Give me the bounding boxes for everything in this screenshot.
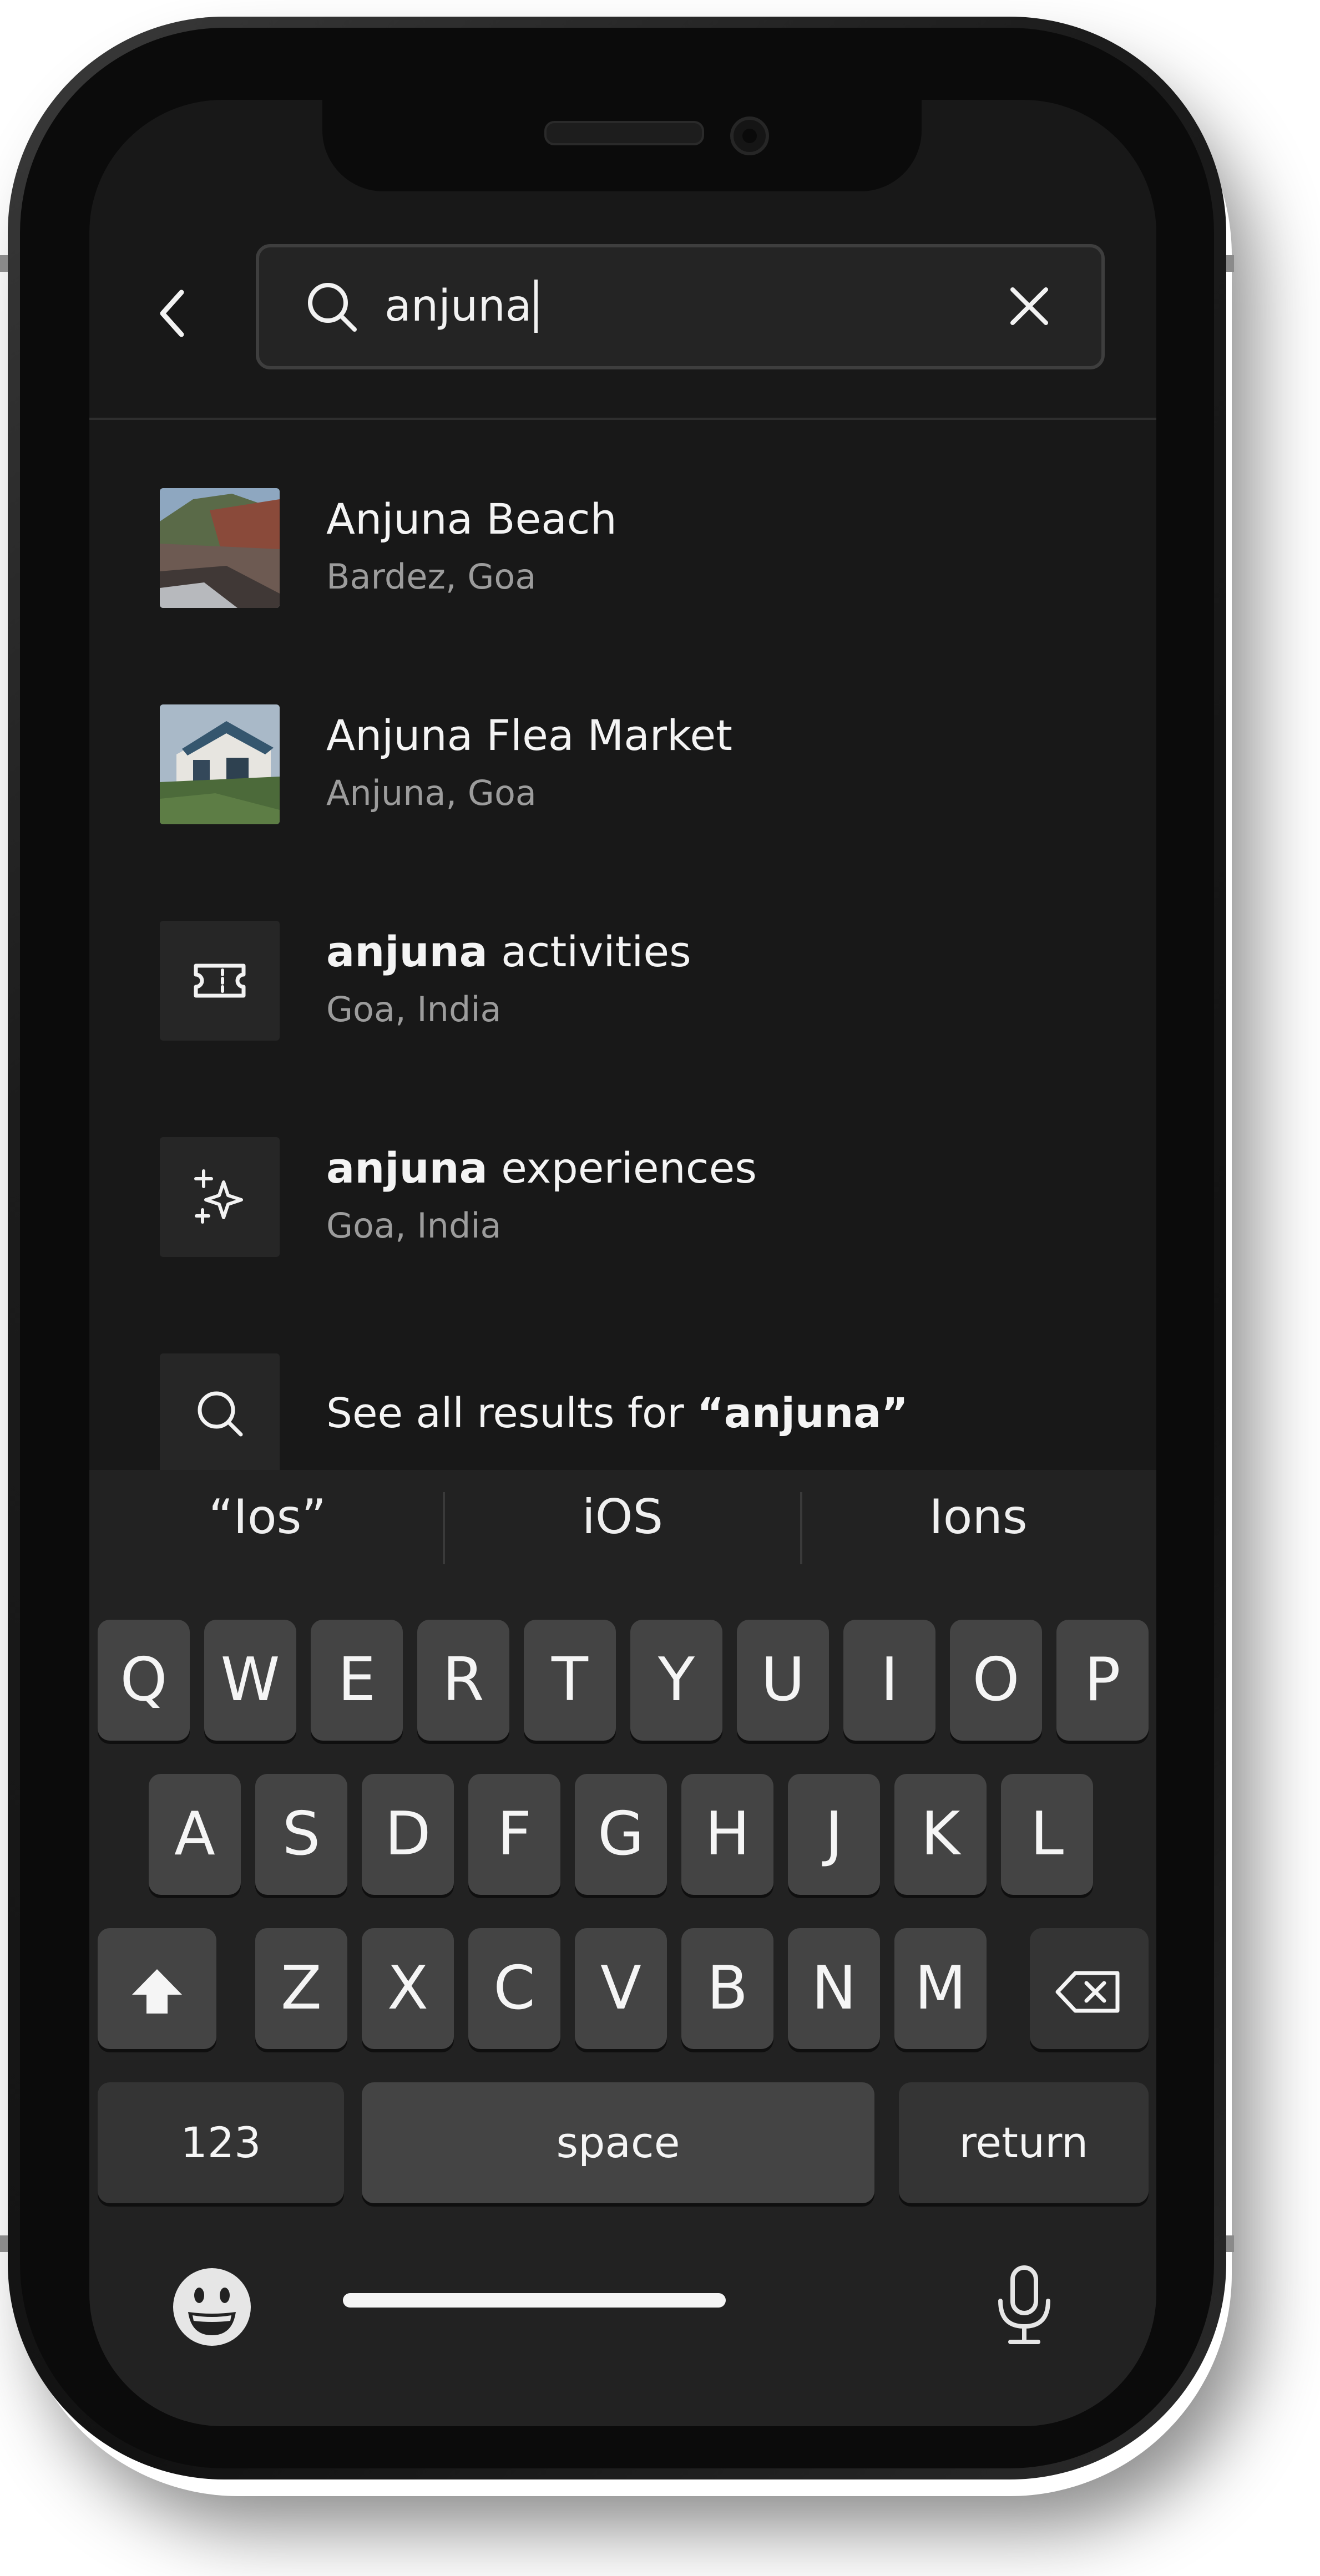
search-query[interactable]: anjuna — [385, 273, 538, 339]
key[interactable]: Z — [255, 1928, 347, 2049]
see-all-results[interactable]: See all results for “anjuna” — [160, 1353, 1103, 1475]
home-indicator[interactable] — [343, 2293, 726, 2308]
suggestion-item[interactable]: “Ios” — [90, 1487, 445, 1548]
key[interactable]: V — [575, 1928, 667, 2049]
phone-frame: anjuna Anjuna Beach Bardez, Goa Anjuna F… — [0, 17, 1234, 2479]
key[interactable]: C — [468, 1928, 560, 2049]
result-title-rest: activities — [487, 927, 691, 976]
result-subtitle: Goa, India — [326, 989, 502, 1030]
front-camera — [730, 116, 769, 155]
result-item[interactable]: anjuna activities Goa, India — [160, 921, 1103, 1043]
notch — [322, 100, 922, 191]
clear-icon[interactable] — [1007, 284, 1051, 328]
suggestion-bar: “Ios” iOS Ions — [89, 1470, 1156, 1564]
search-input[interactable]: anjuna — [256, 244, 1105, 369]
shift-icon — [132, 1969, 182, 2014]
back-button[interactable] — [156, 286, 189, 341]
key[interactable]: N — [788, 1928, 880, 2049]
result-title: anjuna activities — [326, 924, 691, 980]
result-subtitle: Goa, India — [326, 1205, 502, 1246]
backspace-icon — [1055, 1971, 1120, 2013]
sparkles-icon — [194, 1169, 243, 1224]
key[interactable]: Q — [98, 1620, 190, 1741]
search-query-text: anjuna — [385, 281, 532, 331]
result-thumbnail — [160, 488, 280, 608]
result-icon-tile — [160, 1137, 280, 1257]
keyboard-bottom-bar — [89, 2235, 1156, 2426]
side-button — [1226, 2235, 1234, 2252]
chevron-left-icon — [160, 290, 184, 337]
result-title: Anjuna Flea Market — [326, 711, 732, 760]
key[interactable]: E — [311, 1620, 403, 1741]
text-caret — [534, 279, 538, 333]
header-divider — [89, 418, 1156, 420]
key[interactable]: Y — [630, 1620, 722, 1741]
key[interactable]: D — [362, 1774, 454, 1895]
result-subtitle: Bardez, Goa — [326, 556, 537, 597]
result-subtitle: Anjuna, Goa — [326, 773, 537, 813]
result-title-match: anjuna — [326, 927, 488, 976]
key[interactable]: P — [1056, 1620, 1149, 1741]
key[interactable]: I — [843, 1620, 935, 1741]
microphone-icon[interactable] — [994, 2264, 1055, 2347]
see-all-query: “anjuna” — [697, 1390, 908, 1437]
delete-key[interactable] — [1030, 1928, 1149, 2049]
key[interactable]: T — [524, 1620, 616, 1741]
result-title: Anjuna Beach — [326, 494, 617, 544]
search-icon — [198, 1391, 243, 1437]
speaker-grille — [544, 121, 704, 145]
key[interactable]: W — [204, 1620, 296, 1741]
key[interactable]: G — [575, 1774, 667, 1895]
return-key[interactable]: return — [899, 2082, 1149, 2203]
result-icon-tile — [160, 1353, 280, 1473]
see-all-label: See all results for “anjuna” — [326, 1386, 908, 1441]
result-thumbnail — [160, 704, 280, 824]
key[interactable]: S — [255, 1774, 347, 1895]
result-title-match: anjuna — [326, 1143, 488, 1193]
suggestion-item[interactable]: Ions — [801, 1487, 1156, 1548]
suggestion-item[interactable]: iOS — [445, 1487, 800, 1548]
see-all-prefix: See all results for — [326, 1390, 697, 1437]
space-key[interactable]: space — [362, 2082, 874, 2203]
key[interactable]: M — [894, 1928, 987, 2049]
key[interactable]: O — [950, 1620, 1042, 1741]
keyboard: “Ios” iOS Ions Q W E R T Y U I O P A S D… — [89, 1470, 1156, 2426]
result-item[interactable]: anjuna experiences Goa, India — [160, 1137, 1103, 1259]
ticket-icon — [194, 964, 246, 998]
result-icon-tile — [160, 921, 280, 1041]
side-button — [1226, 255, 1234, 272]
key[interactable]: H — [681, 1774, 773, 1895]
side-button — [0, 2235, 8, 2252]
result-item[interactable]: Anjuna Beach Bardez, Goa — [160, 488, 1103, 610]
key[interactable]: B — [681, 1928, 773, 2049]
shift-key[interactable] — [98, 1928, 216, 2049]
result-title-rest: experiences — [487, 1143, 757, 1193]
result-item[interactable]: Anjuna Flea Market Anjuna, Goa — [160, 704, 1103, 826]
numbers-key[interactable]: 123 — [98, 2082, 344, 2203]
key[interactable]: U — [737, 1620, 829, 1741]
phone-screen: anjuna Anjuna Beach Bardez, Goa Anjuna F… — [89, 100, 1156, 2426]
key[interactable]: A — [149, 1774, 241, 1895]
search-icon — [308, 283, 357, 332]
key[interactable]: R — [417, 1620, 509, 1741]
key[interactable]: L — [1001, 1774, 1093, 1895]
key[interactable]: J — [788, 1774, 880, 1895]
result-title: anjuna experiences — [326, 1140, 757, 1196]
key[interactable]: K — [894, 1774, 987, 1895]
side-button — [0, 255, 8, 272]
key[interactable]: F — [468, 1774, 560, 1895]
emoji-icon[interactable] — [171, 2266, 252, 2347]
key[interactable]: X — [362, 1928, 454, 2049]
